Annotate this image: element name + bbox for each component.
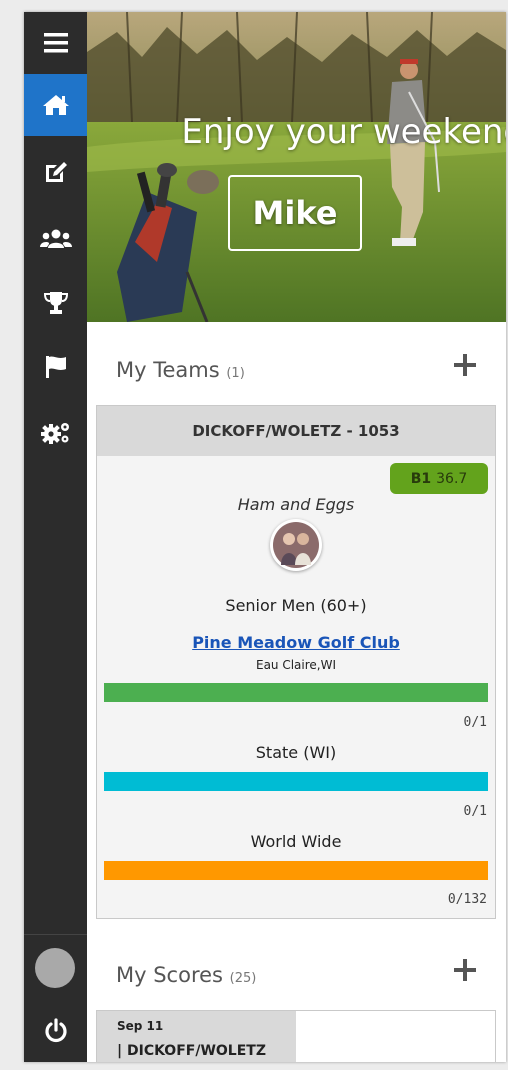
nav-courses[interactable] [24, 336, 87, 398]
hero-greeting: Enjoy your weekend [181, 112, 506, 152]
flag-icon [45, 356, 66, 378]
my-scores-label: My Scores [116, 963, 223, 987]
handicap-label: B1 [410, 470, 432, 487]
handicap-value: 36.7 [436, 470, 468, 487]
add-team-plus-icon[interactable] [452, 352, 478, 378]
hamburger-menu-button[interactable] [24, 12, 87, 74]
club-ranking-count: 0/1 [463, 715, 487, 730]
app-frame: Enjoy your weekend Mike My Teams (1) DIC… [24, 12, 506, 1062]
logout-button[interactable] [24, 1000, 87, 1062]
team-photo-image [273, 522, 319, 568]
nav-trophies[interactable] [24, 272, 87, 334]
edit-icon [45, 162, 67, 182]
club-link[interactable]: Pine Meadow Golf Club [97, 633, 495, 652]
score-card-header: Sep 11 | DICKOFF/WOLETZ [97, 1011, 296, 1062]
score-card[interactable]: Sep 11 | DICKOFF/WOLETZ [96, 1010, 496, 1062]
team-card[interactable]: DICKOFF/WOLETZ - 1053 B1 36.7 Ham and Eg… [96, 405, 496, 919]
golf-course-image [87, 12, 506, 322]
sidebar [24, 12, 87, 1062]
main-content: Enjoy your weekend Mike My Teams (1) DIC… [87, 12, 506, 1062]
club-location: Eau Claire,WI [255, 658, 337, 672]
my-teams-count: (1) [226, 366, 245, 381]
handicap-badge: B1 36.7 [390, 463, 488, 494]
my-scores-header: My Scores (25) [87, 947, 506, 1007]
add-score-plus-icon[interactable] [452, 957, 478, 983]
my-teams-header: My Teams (1) [87, 342, 506, 402]
worldwide-ranking-bar [104, 861, 488, 880]
users-icon [39, 229, 72, 248]
team-photo-avatar [270, 519, 322, 571]
hero-banner: Enjoy your weekend Mike [87, 12, 506, 322]
my-scores-count: (25) [229, 971, 257, 986]
team-name: Ham and Eggs [237, 495, 355, 514]
state-ranking-bar [104, 772, 488, 791]
club-ranking-bar [104, 683, 488, 702]
home-icon [42, 95, 69, 115]
trophy-icon [43, 292, 68, 314]
hamburger-menu-icon [43, 33, 68, 53]
team-card-header: DICKOFF/WOLETZ - 1053 [97, 406, 495, 456]
hero-name-box: Mike [228, 175, 362, 251]
state-ranking-count: 0/1 [463, 804, 487, 819]
sidebar-divider [24, 934, 87, 935]
score-team: | DICKOFF/WOLETZ [117, 1043, 266, 1059]
nav-edit[interactable] [24, 141, 87, 203]
nav-settings[interactable] [24, 402, 87, 464]
nav-home[interactable] [24, 74, 87, 136]
my-teams-label: My Teams [116, 358, 220, 382]
hero-user-name: Mike [252, 194, 338, 232]
nav-teams[interactable] [24, 208, 87, 270]
team-division: Senior Men (60+) [225, 596, 367, 615]
score-date: Sep 11 [117, 1019, 164, 1033]
my-teams-title: My Teams (1) [116, 358, 245, 382]
my-scores-title: My Scores (25) [116, 963, 256, 987]
user-avatar[interactable] [35, 948, 75, 988]
worldwide-ranking-count: 0/132 [447, 892, 487, 907]
state-ranking-label: State (WI) [255, 743, 337, 762]
cogs-icon [40, 423, 69, 444]
worldwide-ranking-label: World Wide [250, 832, 342, 851]
power-icon [44, 1018, 67, 1043]
